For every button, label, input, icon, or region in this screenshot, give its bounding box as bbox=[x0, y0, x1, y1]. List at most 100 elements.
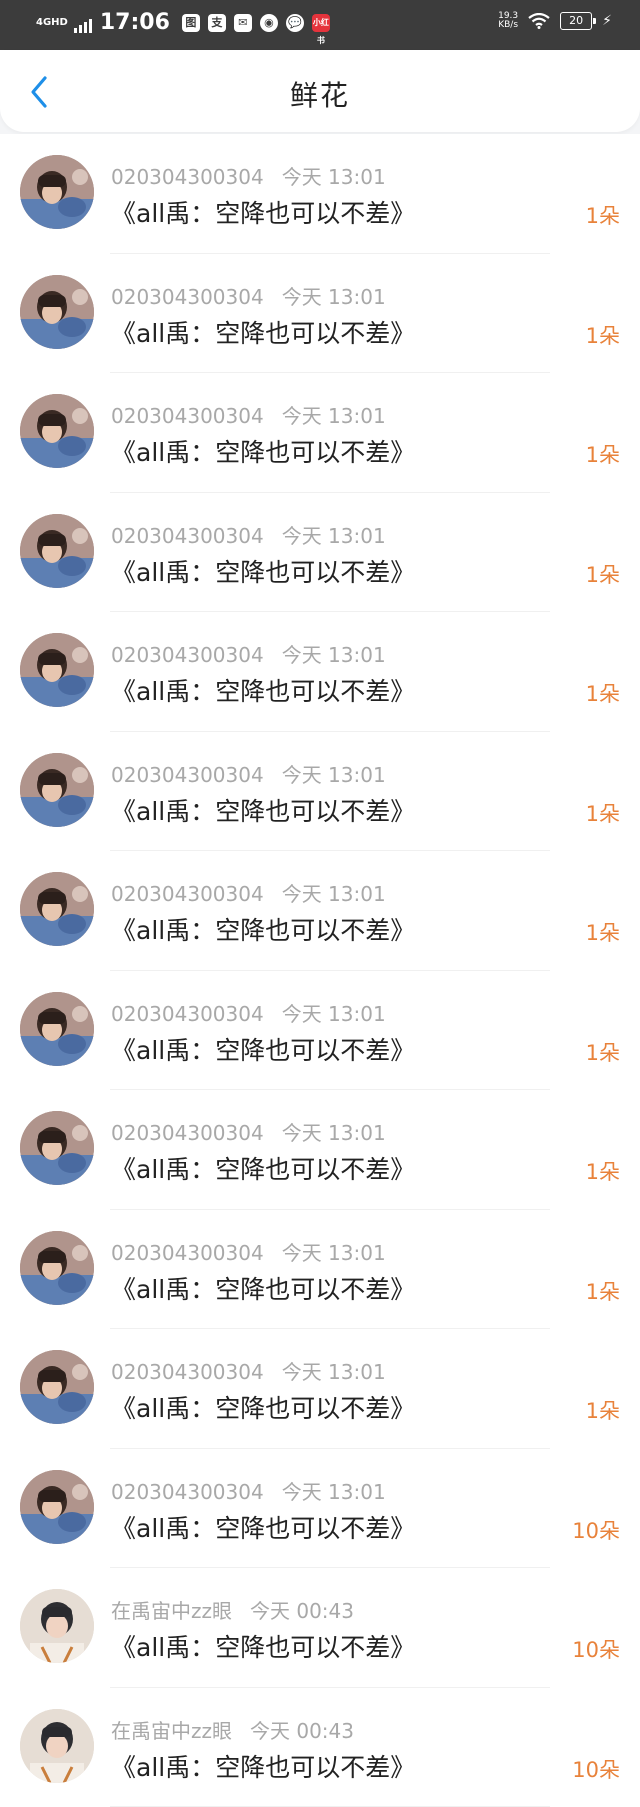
item-meta: 020304300304今天 13:01 bbox=[111, 759, 386, 788]
network-type: 4GHD bbox=[36, 18, 68, 28]
flower-count: 1朵 bbox=[586, 798, 620, 828]
avatar[interactable] bbox=[20, 394, 94, 468]
list-item[interactable]: 020304300304今天 13:01 《all禹：空降也可以不差》 1朵 bbox=[0, 971, 640, 1091]
status-bar: 4GHD 17:06 图 支 ✉ ◉ 💬 小红书 19.3 KB/s 20 ⚡ bbox=[0, 0, 640, 50]
item-meta: 020304300304 今天 13:01 bbox=[111, 998, 386, 1027]
work-title[interactable]: 《all禹：空降也可以不差》 bbox=[111, 433, 415, 469]
avatar[interactable] bbox=[20, 753, 94, 827]
notification-icons: 图 支 ✉ ◉ 💬 小红书 bbox=[182, 14, 330, 32]
signal-icon bbox=[74, 19, 92, 33]
work-title[interactable]: 《all禹：空降也可以不差》 bbox=[111, 1270, 415, 1306]
username[interactable]: 在禹宙中zz眼 bbox=[111, 1719, 232, 1743]
list-item[interactable]: 020304300304今天 13:01 《all禹：空降也可以不差》 1朵 bbox=[0, 134, 640, 254]
item-meta: 020304300304 今天 13:01 bbox=[111, 639, 386, 668]
avatar[interactable] bbox=[20, 633, 94, 707]
list-item[interactable]: 020304300304今天 13:01 《all禹：空降也可以不差》 1朵 bbox=[0, 254, 640, 374]
list-item[interactable]: 020304300304今天 13:01 《all禹：空降也可以不差》 1朵 bbox=[0, 1090, 640, 1210]
username[interactable]: 020304300304 bbox=[111, 165, 264, 189]
flower-count: 10朵 bbox=[572, 1754, 620, 1784]
timestamp: 今天 13:01 bbox=[282, 1480, 386, 1504]
item-meta: 020304300304 今天 13:01 bbox=[111, 878, 386, 907]
flower-count: 1朵 bbox=[586, 1276, 620, 1306]
avatar[interactable] bbox=[20, 514, 94, 588]
battery-icon: 20 bbox=[560, 12, 592, 30]
work-title[interactable]: 《all禹：空降也可以不差》 bbox=[111, 1748, 415, 1784]
flower-count: 1朵 bbox=[586, 917, 620, 947]
network-speed-unit: KB/s bbox=[498, 20, 518, 30]
flower-count: 1朵 bbox=[586, 1156, 620, 1186]
work-title[interactable]: 《all禹：空降也可以不差》 bbox=[111, 911, 415, 947]
list-item[interactable]: 020304300304今天 13:01 《all禹：空降也可以不差》 1朵 bbox=[0, 732, 640, 852]
timestamp: 今天 00:43 bbox=[250, 1719, 354, 1743]
username[interactable]: 020304300304 bbox=[111, 763, 264, 787]
username[interactable]: 020304300304 bbox=[111, 285, 264, 309]
list-item[interactable]: 020304300304 今天 13:01 《all禹：空降也可以不差》 1朵 bbox=[0, 612, 640, 732]
avatar[interactable] bbox=[20, 155, 94, 229]
item-meta: 在禹宙中zz眼今天 00:43 bbox=[111, 1715, 354, 1744]
list-item[interactable]: 020304300304 今天 13:01 《all禹：空降也可以不差》 1朵 bbox=[0, 373, 640, 493]
username[interactable]: 020304300304 bbox=[111, 882, 264, 906]
username[interactable]: 020304300304 bbox=[111, 1241, 264, 1265]
item-meta: 020304300304今天 13:01 bbox=[111, 161, 386, 190]
page-title: 鲜花 bbox=[0, 74, 640, 114]
avatar[interactable] bbox=[20, 1470, 94, 1544]
list-item[interactable]: 020304300304 今天 13:01 《all禹：空降也可以不差》 1朵 bbox=[0, 851, 640, 971]
item-meta: 020304300304今天 13:01 bbox=[111, 1117, 386, 1146]
avatar[interactable] bbox=[20, 275, 94, 349]
timestamp: 今天 13:01 bbox=[282, 643, 386, 667]
list-item[interactable]: 020304300304今天 13:01 《all禹：空降也可以不差》 1朵 bbox=[0, 1329, 640, 1449]
item-meta: 020304300304 今天 13:01 bbox=[111, 281, 386, 310]
flower-count: 1朵 bbox=[586, 200, 620, 230]
username[interactable]: 020304300304 bbox=[111, 404, 264, 428]
avatar[interactable] bbox=[20, 1350, 94, 1424]
username[interactable]: 020304300304 bbox=[111, 643, 264, 667]
timestamp: 今天 13:01 bbox=[282, 1002, 386, 1026]
status-bar-right: 19.3 KB/s 20 ⚡ bbox=[498, 12, 612, 30]
work-title[interactable]: 《all禹：空降也可以不差》 bbox=[111, 553, 415, 589]
status-bar-left: 4GHD 17:06 图 支 ✉ ◉ 💬 小红书 bbox=[36, 10, 330, 35]
list-item[interactable]: 在禹宙中zz眼今天 00:43 《all禹：空降也可以不差》 10朵 bbox=[0, 1568, 640, 1688]
work-title[interactable]: 《all禹：空降也可以不差》 bbox=[111, 792, 415, 828]
work-title[interactable]: 《all禹：空降也可以不差》 bbox=[111, 1031, 415, 1067]
timestamp: 今天 13:01 bbox=[282, 882, 386, 906]
timestamp: 今天 13:01 bbox=[282, 524, 386, 548]
username[interactable]: 020304300304 bbox=[111, 524, 264, 548]
network-speed: 19.3 KB/s bbox=[498, 12, 518, 30]
chat-app-icon: 💬 bbox=[286, 14, 304, 32]
list-item[interactable]: 020304300304今天 13:01 《all禹：空降也可以不差》 10朵 bbox=[0, 1449, 640, 1569]
username[interactable]: 020304300304 bbox=[111, 1480, 264, 1504]
wifi-icon bbox=[528, 13, 550, 29]
compass-app-icon: ◉ bbox=[260, 14, 278, 32]
username[interactable]: 020304300304 bbox=[111, 1002, 264, 1026]
avatar[interactable] bbox=[20, 1111, 94, 1185]
gallery-app-icon: 图 bbox=[182, 14, 200, 32]
flower-count: 1朵 bbox=[586, 1395, 620, 1425]
avatar[interactable] bbox=[20, 1709, 94, 1783]
item-meta: 020304300304今天 13:01 bbox=[111, 1356, 386, 1385]
clock: 17:06 bbox=[100, 10, 170, 35]
flower-count: 1朵 bbox=[586, 439, 620, 469]
list-item[interactable]: 020304300304今天 13:01 《all禹：空降也可以不差》 1朵 bbox=[0, 493, 640, 613]
item-meta: 020304300304 今天 13:01 bbox=[111, 400, 386, 429]
list-item[interactable]: 在禹宙中zz眼今天 00:43 《all禹：空降也可以不差》 10朵 bbox=[0, 1688, 640, 1807]
flower-count: 1朵 bbox=[586, 678, 620, 708]
list-item[interactable]: 020304300304 今天 13:01 《all禹：空降也可以不差》 1朵 bbox=[0, 1210, 640, 1330]
timestamp: 今天 13:01 bbox=[282, 1241, 386, 1265]
avatar[interactable] bbox=[20, 992, 94, 1066]
username[interactable]: 在禹宙中zz眼 bbox=[111, 1599, 232, 1623]
work-title[interactable]: 《all禹：空降也可以不差》 bbox=[111, 194, 415, 230]
avatar[interactable] bbox=[20, 1231, 94, 1305]
username[interactable]: 020304300304 bbox=[111, 1121, 264, 1145]
work-title[interactable]: 《all禹：空降也可以不差》 bbox=[111, 1509, 415, 1545]
timestamp: 今天 13:01 bbox=[282, 285, 386, 309]
username[interactable]: 020304300304 bbox=[111, 1360, 264, 1384]
mail-app-icon: ✉ bbox=[234, 14, 252, 32]
work-title[interactable]: 《all禹：空降也可以不差》 bbox=[111, 1628, 415, 1664]
work-title[interactable]: 《all禹：空降也可以不差》 bbox=[111, 1150, 415, 1186]
work-title[interactable]: 《all禹：空降也可以不差》 bbox=[111, 672, 415, 708]
work-title[interactable]: 《all禹：空降也可以不差》 bbox=[111, 1389, 415, 1425]
avatar[interactable] bbox=[20, 1589, 94, 1663]
avatar[interactable] bbox=[20, 872, 94, 946]
work-title[interactable]: 《all禹：空降也可以不差》 bbox=[111, 314, 415, 350]
timestamp: 今天 13:01 bbox=[282, 404, 386, 428]
